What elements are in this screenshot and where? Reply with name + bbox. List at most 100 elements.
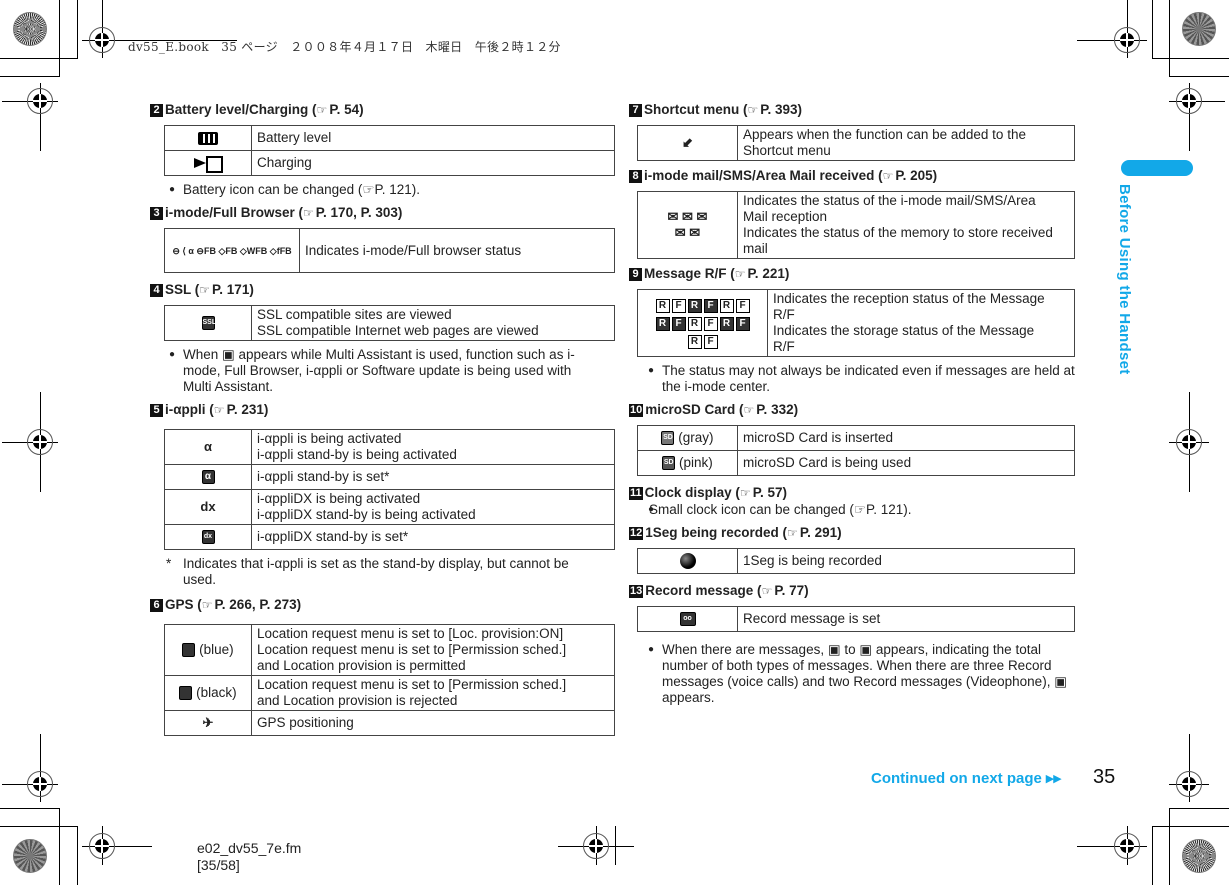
section-title-mail: 8 i-mode mail/SMS/Area Mail received ( ☞… [629,167,1083,185]
page-number: 35 [1093,766,1116,788]
crop-frame-line [59,808,60,885]
continued-next-page-link[interactable]: Continued on next page ▸▸ [871,769,1061,787]
file-page-range: [35/58] [197,857,240,873]
pointing-hand-icon: ☞ [747,103,759,117]
pointing-hand-icon: ☞ [316,103,328,117]
crop-frame-line [0,826,78,827]
section-number-badge: 5 [150,403,163,417]
table-row: 1Seg is being recorded [637,548,1075,574]
crop-frame-line [1152,826,1229,827]
message-r-folder-icon: R [687,299,702,313]
section-title-ssl: 4 SSL ( ☞ P. 171) [150,281,602,299]
crop-frame-line [77,826,78,885]
ssl-icon: SSL [201,316,216,331]
page-reference-link[interactable]: P. 77) [774,583,808,599]
iappli-active-icon: α [204,439,212,454]
crop-frame-line [1169,76,1229,77]
message-r-folder-icon: R [719,317,734,331]
ssl-icon-table: SSL SSL compatible sites are viewed SSL co… [164,305,615,341]
section-number-badge: 3 [150,206,163,220]
registration-starburst-icon [13,839,47,873]
gps-positioning-icon: ✈ [202,715,214,730]
table-row: oo Record message is set [637,606,1075,632]
crop-frame-line [1152,58,1229,59]
table-row: dx i-αppliDX stand-by is set* [164,524,615,550]
message-f-folder-icon: F [735,317,750,331]
left-column: 2 Battery level/Charging ( ☞ P. 54) Batt… [150,101,615,742]
crop-frame-line [1169,808,1229,809]
page-reference-link[interactable]: P. 54) [329,102,363,118]
iappli-dx-standby-icon: dx [201,530,215,545]
section-number-badge: 11 [629,486,643,500]
crop-frame-line [77,0,78,58]
section-number-badge: 6 [150,598,163,612]
message-r-folder-icon: R [687,317,702,331]
registration-starburst-icon [1182,839,1216,873]
section-number-badge: 10 [629,403,644,417]
message-r-icon: R [655,299,670,313]
section-number-badge: 13 [629,584,644,598]
table-row: SSL SSL compatible sites are viewed SSL co… [164,305,615,341]
table-row: SD (gray) microSD Card is inserted [637,425,1075,451]
message-f-icon: F [671,299,686,313]
message-r-folder-icon: R [719,299,734,313]
page-reference-link[interactable]: P. 393) [760,102,802,118]
message-rf-icons: RFRFRF RFRFRF RF [637,289,768,357]
section-title-battery: 2 Battery level/Charging ( ☞ P. 54) [150,101,602,119]
imode-browser-icons: ⊖ ⟨ α ⊖FB ◇FB ◇WFB ◇fFB [164,228,300,273]
pointing-hand-icon: ☞ [787,526,798,540]
message-f-folder-icon: F [671,317,686,331]
footnote: * Indicates that i-αppli is set as the st… [166,556,569,587]
table-row: (blue) Location request menu is set to [L… [164,624,615,676]
crop-frame-line [1152,0,1153,58]
battery-icon-table: Battery level Charging [164,125,615,176]
section-title-record-message: 13 Record message ( ☞ P. 77) [629,583,809,599]
section-number-badge: 9 [629,267,642,281]
pointing-hand-icon: ☞ [743,403,755,417]
gps-icon-table: (blue) Location request menu is set to [L… [164,624,615,736]
page-reference-link[interactable]: P. 221) [748,266,790,282]
recording-icon [679,553,696,570]
table-cell-description: Indicates i-mode/Full browser status [299,228,615,273]
crop-frame-line [1152,826,1153,885]
page-reference-link[interactable]: P. 291) [800,525,842,541]
bullet-note: Small clock icon can be changed (☞P. 121… [629,502,1083,518]
gps-blue-icon [182,643,196,658]
crop-frame-line [1169,808,1170,885]
mail-icon-table: ✉ ✉ ✉ ✉ ✉ Indicates the status of the i-mo… [637,191,1075,259]
page-reference-link[interactable]: P. 170, P. 303) [316,205,403,221]
section-title-iappli: 5 i-αppli ( ☞ P. 231) [150,401,602,419]
page-reference-link[interactable]: P. 57) [753,485,787,501]
side-tab-label: Before Using the Handset [1116,184,1133,375]
pointing-hand-icon: ☞ [734,267,746,281]
page-reference-link[interactable]: P. 266, P. 273) [215,597,302,613]
message-f-folder-icon: F [703,299,718,313]
page-reference-link[interactable]: P. 231) [227,402,269,418]
iappli-standby-icon: α [201,470,215,485]
pointing-hand-icon: ☞ [199,283,211,297]
table-row: dx i-αppliDX is being activated i-αppliDX … [164,489,615,525]
1seg-icon-table: 1Seg is being recorded [637,548,1075,574]
table-row: Charging [164,150,615,176]
crop-frame-line [1169,0,1170,76]
mail-received-icons: ✉ ✉ ✉ ✉ ✉ [667,209,708,240]
table-row: Battery level [164,125,615,151]
crop-frame-line [0,808,60,809]
crop-frame-line [0,76,60,77]
crop-frame-line [59,0,60,76]
bullet-note: Battery icon can be changed (☞P. 121). [150,182,602,198]
page-reference-link[interactable]: P. 332) [756,402,798,418]
microsd-gray-icon: SD [661,431,675,446]
iappli-icon-table: α i-αppli is being activated i-αppli stand… [164,429,615,550]
pointing-hand-icon: ☞ [201,598,213,612]
battery-level-icon [198,131,218,145]
page-reference-link[interactable]: P. 171) [212,282,254,298]
section-title-gps: 6 GPS ( ☞ P. 266, P. 273) [150,596,602,614]
table-row: ✉ ✉ ✉ ✉ ✉ Indicates the status of the i-mo… [637,191,1075,259]
page-reference-link[interactable]: P. 205) [895,168,937,184]
message-r-folder-icon: R [655,317,670,331]
microsd-icon-table: SD (gray) microSD Card is inserted SD (pi… [637,425,1075,476]
registration-starburst-icon [1182,12,1216,46]
record-message-icon-table: oo Record message is set [637,606,1075,632]
shortcut-icon-table: ⬋ Appears when the function can be added … [637,125,1075,161]
